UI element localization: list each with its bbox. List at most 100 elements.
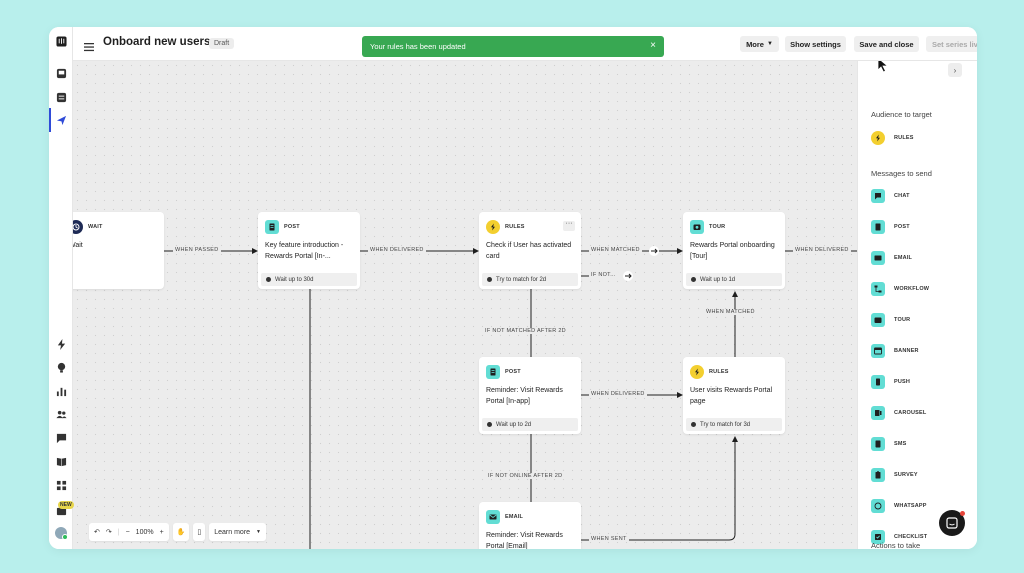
lightbulb-icon[interactable]	[55, 361, 67, 373]
palette-item-push[interactable]: PUSH	[871, 375, 910, 389]
clock-icon	[73, 220, 83, 234]
show-settings-button[interactable]: Show settings	[785, 36, 846, 52]
book-icon[interactable]	[55, 455, 67, 467]
palette-item-tour[interactable]: TOUR	[871, 313, 910, 327]
email-icon	[871, 251, 885, 265]
palette-item-sms[interactable]: SMS	[871, 437, 907, 451]
palette-item-label: POST	[894, 224, 910, 230]
post-node[interactable]: POST Key feature introduction - Rewards …	[258, 212, 360, 289]
email-icon	[486, 510, 500, 524]
tour-icon	[871, 313, 885, 327]
node-footer: Wait up to 1d	[686, 273, 782, 286]
zoom-level: 100%	[135, 528, 154, 536]
node-title: Wait	[73, 242, 83, 249]
edge-label-when-matched: WHEN MATCHED	[704, 309, 757, 315]
left-rail: NEW	[49, 27, 74, 549]
avatar[interactable]	[55, 527, 68, 540]
bolt-icon[interactable]	[55, 338, 67, 350]
node-type: RULES	[505, 224, 525, 230]
node-footer: Wait up to 2d	[482, 418, 578, 431]
edge-label-if-not-online: IF NOT ONLINE AFTER 2D	[486, 473, 565, 479]
clock-icon	[487, 422, 492, 427]
users-icon[interactable]	[55, 408, 67, 420]
pan-tool[interactable]: ✋	[172, 523, 190, 541]
redo-icon[interactable]: ↷	[106, 528, 112, 536]
node-type: EMAIL	[505, 514, 524, 520]
node-footer: Try to match for 2d	[482, 273, 578, 286]
edge-label-when-sent: WHEN SENT	[589, 536, 629, 542]
learn-more-button[interactable]: Learn more ▼	[209, 523, 266, 541]
undo-icon[interactable]: ↶	[94, 528, 100, 536]
contacts-icon[interactable]	[55, 91, 67, 103]
series-canvas[interactable]: WHEN PASSED WHEN DELIVERED WHEN MATCHED …	[73, 61, 857, 549]
post-node[interactable]: POST Reminder: Visit Rewards Portal [In-…	[479, 357, 581, 434]
node-title: Reminder: Visit Rewards Portal [In-app]	[486, 387, 563, 405]
push-icon	[871, 375, 885, 389]
palette-item-label: CHECKLIST	[894, 534, 928, 540]
bolt-icon	[871, 131, 885, 145]
rules-node[interactable]: RULES ··· Check if User has activated ca…	[479, 212, 581, 289]
set-series-live-button[interactable]: Set series live	[926, 36, 977, 52]
page-title: Onboard new users	[103, 36, 211, 48]
outbound-icon[interactable]	[55, 114, 67, 126]
more-options-icon[interactable]: ···	[563, 220, 575, 231]
survey-icon	[871, 468, 885, 482]
zoom-controls: ↶ ↷ | − 100% +	[89, 523, 169, 541]
carousel-icon	[871, 406, 885, 420]
logo-icon[interactable]	[55, 35, 67, 47]
apps-icon[interactable]	[55, 479, 67, 491]
right-panel: › Audience to target RULES Messages to s…	[857, 61, 977, 549]
edge-label-when-matched: WHEN MATCHED	[589, 247, 642, 253]
palette-item-post[interactable]: POST	[871, 220, 910, 234]
node-footer: Wait up to 30d	[261, 273, 357, 286]
more-button[interactable]: More ▼	[740, 36, 779, 52]
palette-item-carousel[interactable]: CAROUSEL	[871, 406, 926, 420]
chevron-down-icon: ▼	[766, 41, 773, 47]
edge-label-when-passed: WHEN PASSED	[173, 247, 221, 253]
sms-icon	[871, 437, 885, 451]
palette-item-whatsapp[interactable]: WHATSAPP	[871, 499, 927, 513]
chat-icon	[871, 189, 885, 203]
zoom-in-icon[interactable]: +	[160, 529, 164, 536]
palette-item-label: PUSH	[894, 379, 911, 385]
palette-item-rules[interactable]: RULES	[871, 131, 914, 145]
close-icon[interactable]: ×	[650, 40, 656, 51]
clock-icon	[266, 277, 271, 282]
tour-icon	[690, 220, 704, 234]
node-title: Check if User has activated card	[486, 242, 572, 260]
rules-node[interactable]: RULES User visits Rewards Portal page Tr…	[683, 357, 785, 434]
palette-item-label: WORKFLOW	[894, 286, 930, 292]
hand-icon: ✋	[176, 529, 186, 536]
learn-more-label: Learn more	[214, 528, 251, 536]
palette-item-chat[interactable]: CHAT	[871, 189, 910, 203]
node-footer-text: Try to match for 2d	[496, 276, 547, 283]
toast-message: Your rules has been updated	[370, 42, 466, 51]
post-icon	[486, 365, 500, 379]
edge-label-if-not-matched: IF NOT MATCHED AFTER 2D	[483, 328, 568, 334]
inbox-icon[interactable]	[55, 67, 67, 79]
post-icon	[871, 220, 885, 234]
clipboard-tool[interactable]: ▯	[193, 523, 206, 541]
menu-icon[interactable]	[84, 39, 94, 52]
palette-item-banner[interactable]: BANNER	[871, 344, 919, 358]
header: Onboard new users Draft Your rules has b…	[73, 27, 977, 61]
more-label: More	[746, 39, 764, 49]
app-window: NEW Onboard new users Draft Your rules h…	[49, 27, 977, 549]
chevron-right-icon[interactable]: ›	[948, 63, 962, 77]
edge-label-if-not: IF NOT...	[589, 272, 618, 278]
node-footer: Try to match for 3d	[686, 418, 782, 431]
email-node[interactable]: EMAIL Reminder: Visit Rewards Portal [Em…	[479, 502, 581, 549]
messenger-launcher[interactable]	[939, 510, 965, 536]
chat-bubble-icon	[946, 517, 958, 529]
wait-node[interactable]: WAIT Wait	[73, 212, 164, 289]
zoom-out-icon[interactable]: −	[126, 529, 130, 536]
save-and-close-button[interactable]: Save and close	[854, 36, 919, 52]
node-type: RULES	[709, 369, 729, 375]
messages-icon[interactable]	[55, 432, 67, 444]
palette-item-email[interactable]: EMAIL	[871, 251, 912, 265]
reports-icon[interactable]	[55, 385, 67, 397]
tour-node[interactable]: TOUR Rewards Portal onboarding [Tour] Wa…	[683, 212, 785, 289]
palette-item-workflow[interactable]: WORKFLOW	[871, 282, 929, 296]
palette-item-label: CAROUSEL	[894, 410, 927, 416]
palette-item-survey[interactable]: SURVEY	[871, 468, 918, 482]
